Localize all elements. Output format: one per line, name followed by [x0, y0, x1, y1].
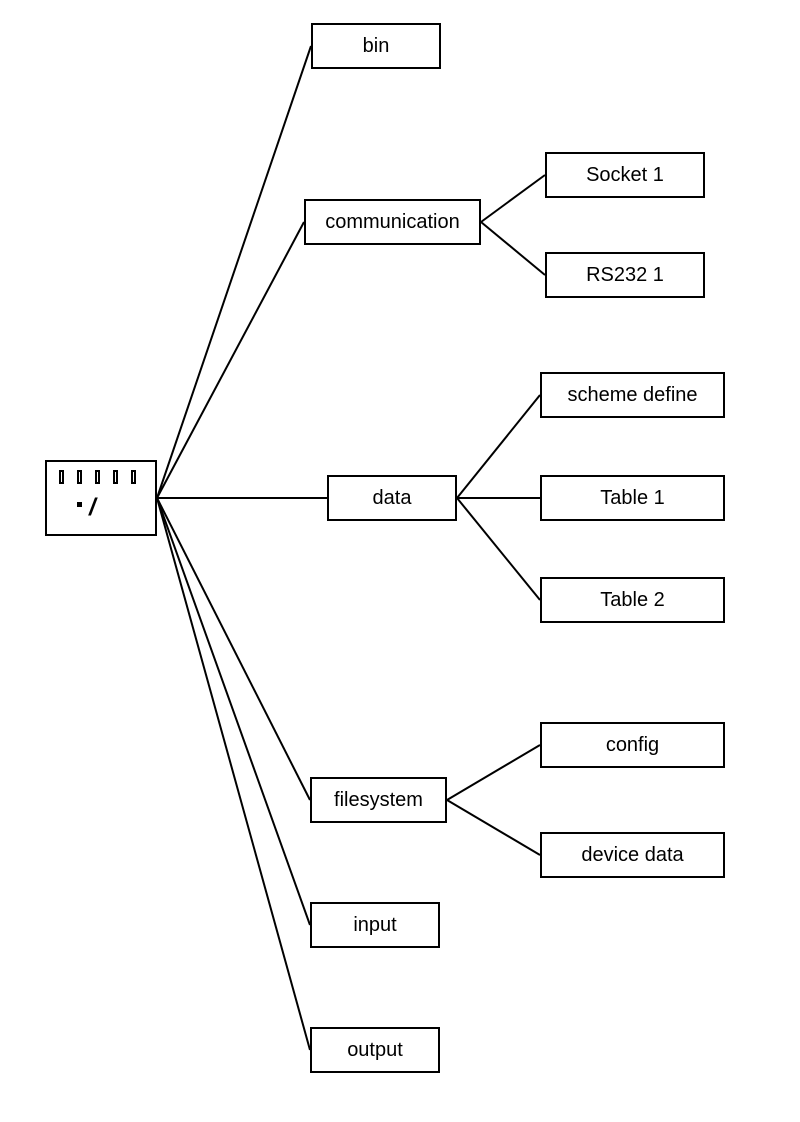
node-table1-label: Table 1 — [600, 487, 665, 510]
root-tick — [113, 470, 118, 484]
node-filesystem: filesystem — [310, 777, 447, 823]
node-communication: communication — [304, 199, 481, 245]
node-device-data-label: device data — [581, 844, 683, 867]
node-output: output — [310, 1027, 440, 1073]
node-bin: bin — [311, 23, 441, 69]
root-label: / — [89, 494, 96, 522]
node-filesystem-label: filesystem — [334, 789, 423, 812]
node-socket1-label: Socket 1 — [586, 164, 664, 187]
node-data-label: data — [373, 487, 412, 510]
root-tick — [77, 470, 82, 484]
node-table2-label: Table 2 — [600, 589, 665, 612]
node-communication-label: communication — [325, 211, 460, 234]
root-tick — [131, 470, 136, 484]
node-device-data: device data — [540, 832, 725, 878]
node-config: config — [540, 722, 725, 768]
node-socket1: Socket 1 — [545, 152, 705, 198]
node-config-label: config — [606, 734, 659, 757]
node-scheme-define: scheme define — [540, 372, 725, 418]
node-input: input — [310, 902, 440, 948]
root-tick — [59, 470, 64, 484]
root-dot — [77, 502, 82, 507]
node-table2: Table 2 — [540, 577, 725, 623]
node-input-label: input — [353, 914, 396, 937]
node-rs232-1: RS232 1 — [545, 252, 705, 298]
node-scheme-define-label: scheme define — [567, 384, 697, 407]
root-node: / — [45, 460, 157, 536]
node-output-label: output — [347, 1039, 403, 1062]
root-tick — [95, 470, 100, 484]
node-data: data — [327, 475, 457, 521]
node-table1: Table 1 — [540, 475, 725, 521]
node-rs232-1-label: RS232 1 — [586, 264, 664, 287]
node-bin-label: bin — [363, 35, 390, 58]
diagram-canvas: / bin communication data filesystem inpu… — [0, 0, 800, 1122]
